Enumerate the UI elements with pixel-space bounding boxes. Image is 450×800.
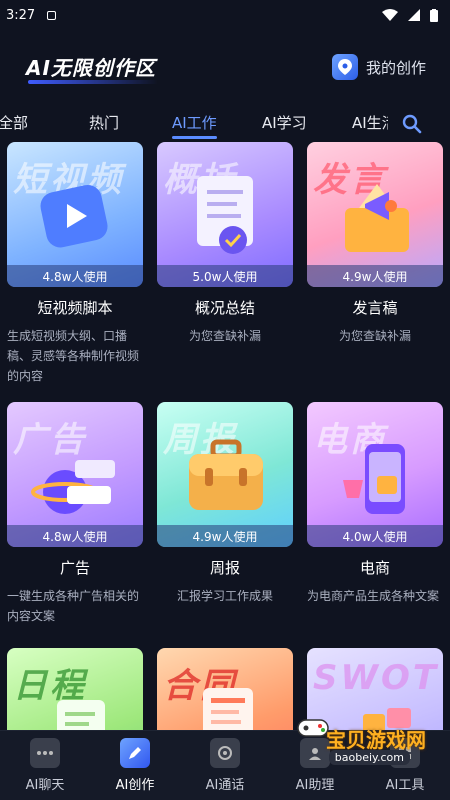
my-work-button[interactable]: 我的创作 <box>331 54 426 80</box>
usage-badge: 5.0w人使用 <box>157 265 293 287</box>
title-underline <box>28 80 158 84</box>
signal-icon <box>408 9 420 21</box>
notification-icon <box>47 10 57 20</box>
card-banner-text: 广告 <box>13 420 87 460</box>
tool-card[interactable]: 概括 5.0w人使用 概况总结 为您查缺补漏 <box>157 142 293 346</box>
card-thumbnail: 周报 4.9w人使用 <box>157 402 293 547</box>
status-bar: 3:27 <box>0 0 450 30</box>
document-check-icon <box>197 176 253 254</box>
card-thumbnail: 短视频 4.8w人使用 <box>7 142 143 287</box>
nav-ai-call[interactable]: AI通话 <box>180 731 270 800</box>
card-title: 周报 <box>209 559 240 577</box>
search-icon[interactable] <box>402 114 422 138</box>
card-title: 广告 <box>59 559 90 577</box>
card-description: 为您查缺补漏 <box>188 329 261 343</box>
usage-badge: 4.8w人使用 <box>7 525 143 547</box>
pen-icon <box>120 738 150 768</box>
phone-icon <box>210 738 240 768</box>
usage-badge: 4.9w人使用 <box>157 525 293 547</box>
card-description: 一键生成各种广告相关的内容文案 <box>7 589 140 623</box>
megaphone-icon <box>345 184 409 252</box>
card-thumbnail: 电商 4.0w人使用 <box>307 402 443 547</box>
card-thumbnail: 发言 4.9w人使用 <box>307 142 443 287</box>
gamepad-icon <box>297 719 329 737</box>
watermark-url: baobeiy.com <box>328 750 410 765</box>
status-icons <box>382 8 438 22</box>
usage-badge: 4.9w人使用 <box>307 265 443 287</box>
card-description: 为您查缺补漏 <box>338 329 411 343</box>
card-title: 发言稿 <box>352 299 398 317</box>
shopping-phone-icon <box>343 444 405 514</box>
nav-ai-chat[interactable]: AI聊天 <box>0 731 90 800</box>
tab-all[interactable]: 全部 <box>0 112 28 133</box>
site-watermark: 宝贝游戏网 baobeiy.com <box>282 719 432 780</box>
page-title: AI无限创作区 <box>26 56 156 80</box>
card-description: 为电商产品生成各种文案 <box>307 589 440 603</box>
tool-card[interactable]: 短视频 4.8w人使用 短视频脚本 生成短视频大纲、口播稿、灵感等各种制作视频的… <box>7 142 143 386</box>
my-work-label: 我的创作 <box>365 58 426 77</box>
app-screen: 3:27 AI无限创作区 我的创作 全部 热门 AI工作 AI学习 AI生活 <box>0 0 450 800</box>
page-header: AI无限创作区 我的创作 <box>0 48 450 88</box>
nav-label: AI聊天 <box>25 778 65 793</box>
tool-card[interactable]: 发言 4.9w人使用 发言稿 为您查缺补漏 <box>307 142 443 346</box>
nav-ai-create[interactable]: AI创作 <box>90 731 180 800</box>
tab-ai-life[interactable]: AI生活 <box>352 112 388 133</box>
status-time: 3:27 <box>6 7 36 23</box>
usage-badge: 4.0w人使用 <box>307 525 443 547</box>
tab-ai-study[interactable]: AI学习 <box>262 112 307 133</box>
tool-card[interactable]: 周报 4.9w人使用 周报 汇报学习工作成果 <box>157 402 293 606</box>
card-banner-text: SWOT <box>313 658 440 698</box>
nav-label: AI创作 <box>115 778 155 793</box>
briefcase-icon <box>189 439 263 510</box>
tab-ai-work[interactable]: AI工作 <box>172 112 217 139</box>
card-thumbnail: 广告 4.8w人使用 <box>7 402 143 547</box>
play-video-icon <box>40 184 108 248</box>
category-tabs: 全部 热门 AI工作 AI学习 AI生活 <box>0 108 450 140</box>
card-thumbnail: 概括 5.0w人使用 <box>157 142 293 287</box>
tool-card[interactable]: 广告 4.8w人使用 广告 一键生成各种广告相关的内容文案 <box>7 402 143 626</box>
card-description: 汇报学习工作成果 <box>176 589 273 603</box>
usage-badge: 4.8w人使用 <box>7 265 143 287</box>
tool-card[interactable]: 电商 4.0w人使用 电商 为电商产品生成各种文案 <box>307 402 443 606</box>
wifi-icon <box>382 9 398 21</box>
nav-label: AI通话 <box>205 778 245 793</box>
card-title: 短视频脚本 <box>37 299 113 317</box>
location-pin-icon <box>331 54 358 80</box>
watermark-text: 宝贝游戏网 <box>326 728 426 752</box>
tab-hot[interactable]: 热门 <box>89 112 119 133</box>
card-description: 生成短视频大纲、口播稿、灵感等各种制作视频的内容 <box>7 329 140 383</box>
chat-icon <box>30 738 60 768</box>
card-title: 电商 <box>359 559 390 577</box>
globe-ads-icon <box>31 460 115 514</box>
battery-icon <box>430 8 438 22</box>
card-title: 概况总结 <box>194 299 255 317</box>
